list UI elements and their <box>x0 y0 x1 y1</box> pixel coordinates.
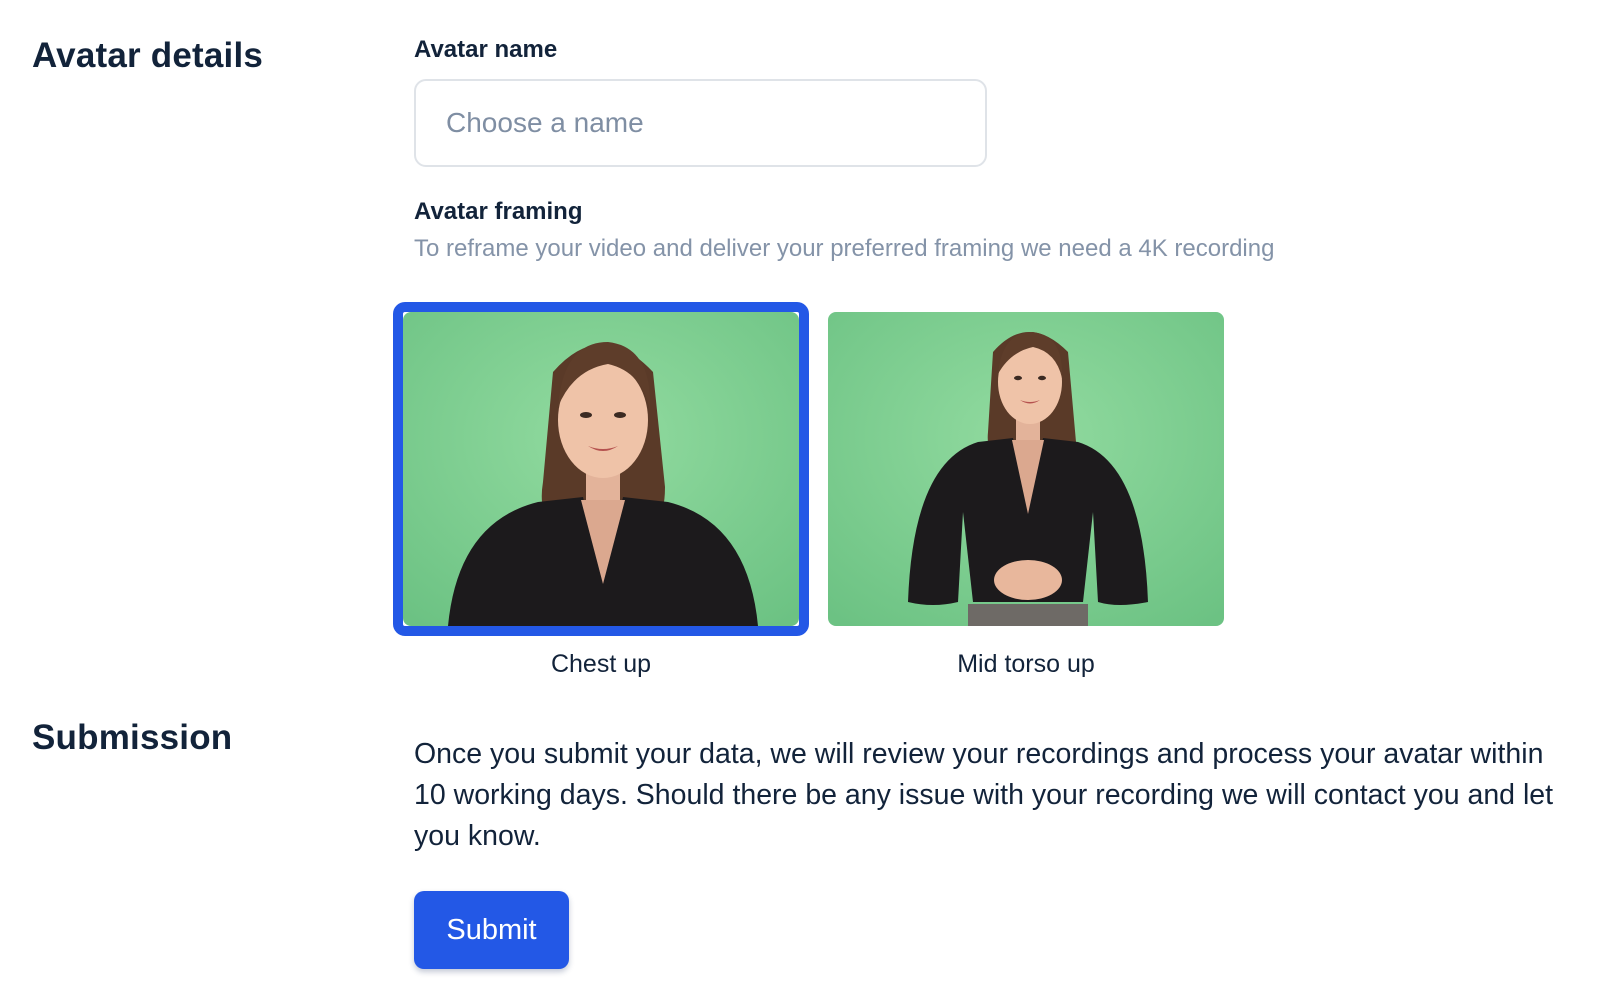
avatar-framing-label: Avatar framing <box>414 198 583 225</box>
framing-option-chest-up[interactable]: Chest up <box>393 302 809 678</box>
avatar-preview-chest-up <box>403 312 799 626</box>
submission-description: Once you submit your data, we will revie… <box>414 738 1554 852</box>
framing-option-caption: Mid torso up <box>957 650 1095 678</box>
framing-option-mid-torso-up[interactable]: Mid torso up <box>818 302 1234 678</box>
framing-option-caption: Chest up <box>550 650 652 678</box>
section-title-submission: Submission <box>32 718 233 757</box>
avatar-preview-mid-torso-up <box>828 312 1224 626</box>
section-title-avatar-details: Avatar details <box>32 36 264 75</box>
avatar-name-input[interactable] <box>414 79 987 167</box>
avatar-name-label: Avatar name <box>414 36 558 63</box>
submit-button[interactable]: Submit <box>414 891 569 969</box>
avatar-framing-hint: To reframe your video and deliver your p… <box>414 235 1275 262</box>
